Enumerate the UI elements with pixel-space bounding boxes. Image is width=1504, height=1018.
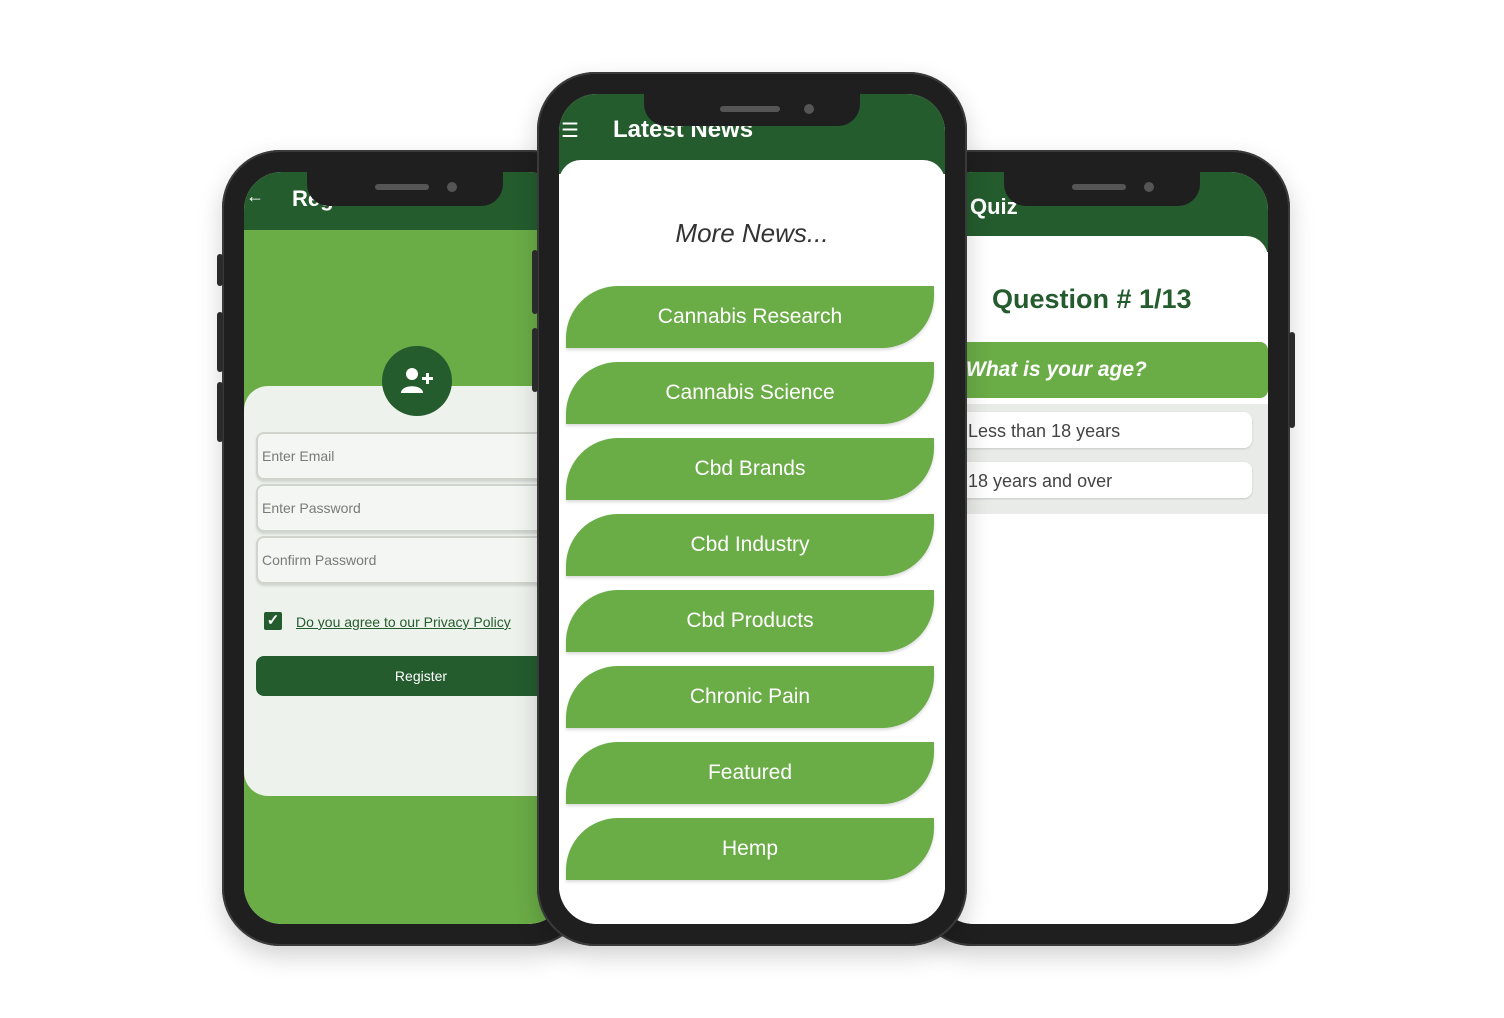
category-button[interactable]: Hemp <box>566 818 934 880</box>
side-button <box>217 254 223 286</box>
register-button[interactable]: Register <box>256 656 566 696</box>
answer-option[interactable]: 18 years and over <box>946 462 1252 498</box>
side-button <box>532 328 538 392</box>
category-button[interactable]: Cannabis Science <box>566 362 934 424</box>
question-bar: What is your age? <box>936 342 1268 398</box>
answer-option-label: Less than 18 years <box>968 421 1121 441</box>
category-button[interactable]: Featured <box>566 742 934 804</box>
news-screen: ☰ Latest News More News... Cannabis Rese… <box>559 94 945 924</box>
answer-options: Less than 18 years 18 years and over <box>936 404 1268 514</box>
side-button <box>217 382 223 442</box>
add-user-glyph <box>401 368 433 393</box>
side-button <box>1289 332 1295 428</box>
question-number: Question # 1/13 <box>992 284 1192 314</box>
register-screen: ← Register User Enter Email Enter Passwo… <box>244 172 566 924</box>
category-button[interactable]: Cbd Products <box>566 590 934 652</box>
notch <box>307 172 503 206</box>
back-arrow-icon[interactable]: ← <box>246 186 264 207</box>
add-user-icon <box>382 346 452 416</box>
answer-option-label: 18 years and over <box>968 471 1113 491</box>
notch <box>644 94 860 126</box>
side-button <box>217 312 223 372</box>
quiz-body <box>936 236 1268 924</box>
terms-checkbox[interactable]: ✓ <box>264 612 282 630</box>
camera <box>1144 182 1154 192</box>
notch <box>1004 172 1200 206</box>
category-button[interactable]: Cannabis Research <box>566 286 934 348</box>
camera <box>447 182 457 192</box>
password-placeholder: Enter Password <box>262 500 361 516</box>
category-button[interactable]: Chronic Pain <box>566 666 934 728</box>
confirm-password-field[interactable]: Confirm Password <box>256 536 566 584</box>
more-news-heading: More News... <box>675 218 829 248</box>
speaker <box>375 184 429 190</box>
answer-option[interactable]: Less than 18 years <box>946 412 1252 448</box>
phone-quiz: Quiz Question # 1/13 What is your age? L… <box>914 150 1295 946</box>
category-button[interactable]: Cbd Brands <box>566 438 934 500</box>
side-button <box>532 250 538 314</box>
privacy-policy-link[interactable]: Do you agree to our Privacy Policy <box>296 614 511 630</box>
speaker <box>1072 184 1126 190</box>
email-placeholder: Enter Email <box>262 448 335 464</box>
register-card: Enter Email Enter Password Confirm Passw… <box>244 386 566 796</box>
quiz-screen: Quiz Question # 1/13 What is your age? L… <box>936 172 1268 924</box>
hamburger-menu-icon[interactable]: ☰ <box>561 118 579 143</box>
confirm-password-placeholder: Confirm Password <box>262 552 377 568</box>
email-field[interactable]: Enter Email <box>256 432 566 480</box>
password-field[interactable]: Enter Password <box>256 484 566 532</box>
phone-news: ☰ Latest News More News... Cannabis Rese… <box>532 72 967 946</box>
question-text: What is your age? <box>966 358 1147 381</box>
camera <box>804 104 814 114</box>
category-button[interactable]: Cbd Industry <box>566 514 934 576</box>
speaker <box>720 106 780 112</box>
